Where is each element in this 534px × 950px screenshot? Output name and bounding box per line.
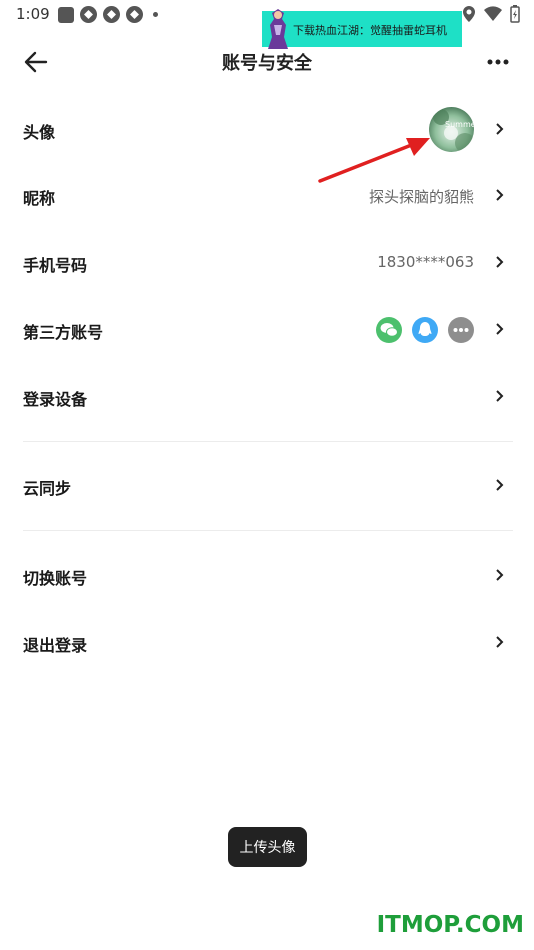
chevron-right-icon — [496, 390, 504, 402]
app-header: 账号与安全 — [0, 36, 534, 86]
wechat-icon — [376, 317, 402, 343]
third-party-icons — [376, 317, 474, 343]
wifi-icon — [484, 6, 502, 22]
app-notification-icon — [80, 6, 97, 23]
row-logout[interactable]: 退出登录 — [0, 613, 534, 673]
row-label: 切换账号 — [23, 569, 88, 588]
row-label: 手机号码 — [23, 256, 88, 275]
app-notification-icon — [58, 6, 74, 23]
battery-icon — [510, 5, 520, 23]
row-label: 头像 — [23, 123, 56, 142]
row-label: 昵称 — [23, 189, 56, 208]
chevron-right-icon — [496, 636, 504, 648]
chevron-right-icon — [496, 569, 504, 581]
chevron-right-icon — [496, 189, 504, 201]
status-time: 1:09 — [16, 5, 50, 23]
row-switch-account[interactable]: 切换账号 — [0, 546, 534, 606]
row-label: 退出登录 — [23, 636, 88, 655]
avatar-image: Summer — [429, 107, 474, 152]
watermark: ITMOP.COM — [376, 912, 524, 938]
section-divider — [23, 530, 513, 531]
row-phone[interactable]: 手机号码 1830****063 — [0, 233, 534, 293]
more-accounts-icon — [448, 317, 474, 343]
row-label: 第三方账号 — [23, 323, 104, 342]
avatar[interactable]: Summer — [429, 107, 474, 152]
nickname-value: 探头探脑的貂熊 — [368, 188, 474, 206]
row-third-party-accounts[interactable]: 第三方账号 — [0, 300, 534, 360]
app-notification-icon — [126, 6, 143, 23]
qq-icon — [412, 317, 438, 343]
app-notification-icon — [103, 6, 120, 23]
row-label: 云同步 — [23, 479, 72, 498]
phone-value: 1830****063 — [377, 253, 474, 271]
chevron-right-icon — [496, 479, 504, 491]
system-status-icons — [462, 5, 520, 23]
row-avatar[interactable]: 头像 Summer — [0, 100, 534, 160]
notification-icons — [58, 6, 158, 23]
avatar-overlay-text: Summer — [445, 120, 474, 129]
more-notifications-dot — [153, 12, 158, 17]
row-cloud-sync[interactable]: 云同步 — [0, 456, 534, 516]
chevron-right-icon — [496, 256, 504, 268]
more-options-icon[interactable] — [484, 48, 512, 76]
chevron-right-icon — [496, 323, 504, 335]
row-login-devices[interactable]: 登录设备 — [0, 367, 534, 427]
page-title: 账号与安全 — [222, 53, 312, 74]
row-label: 登录设备 — [23, 390, 88, 409]
chevron-right-icon — [496, 123, 504, 135]
row-nickname[interactable]: 昵称 探头探脑的貂熊 — [0, 166, 534, 226]
location-icon — [463, 6, 475, 22]
toast-message: 上传头像 — [228, 827, 307, 867]
section-divider — [23, 441, 513, 442]
